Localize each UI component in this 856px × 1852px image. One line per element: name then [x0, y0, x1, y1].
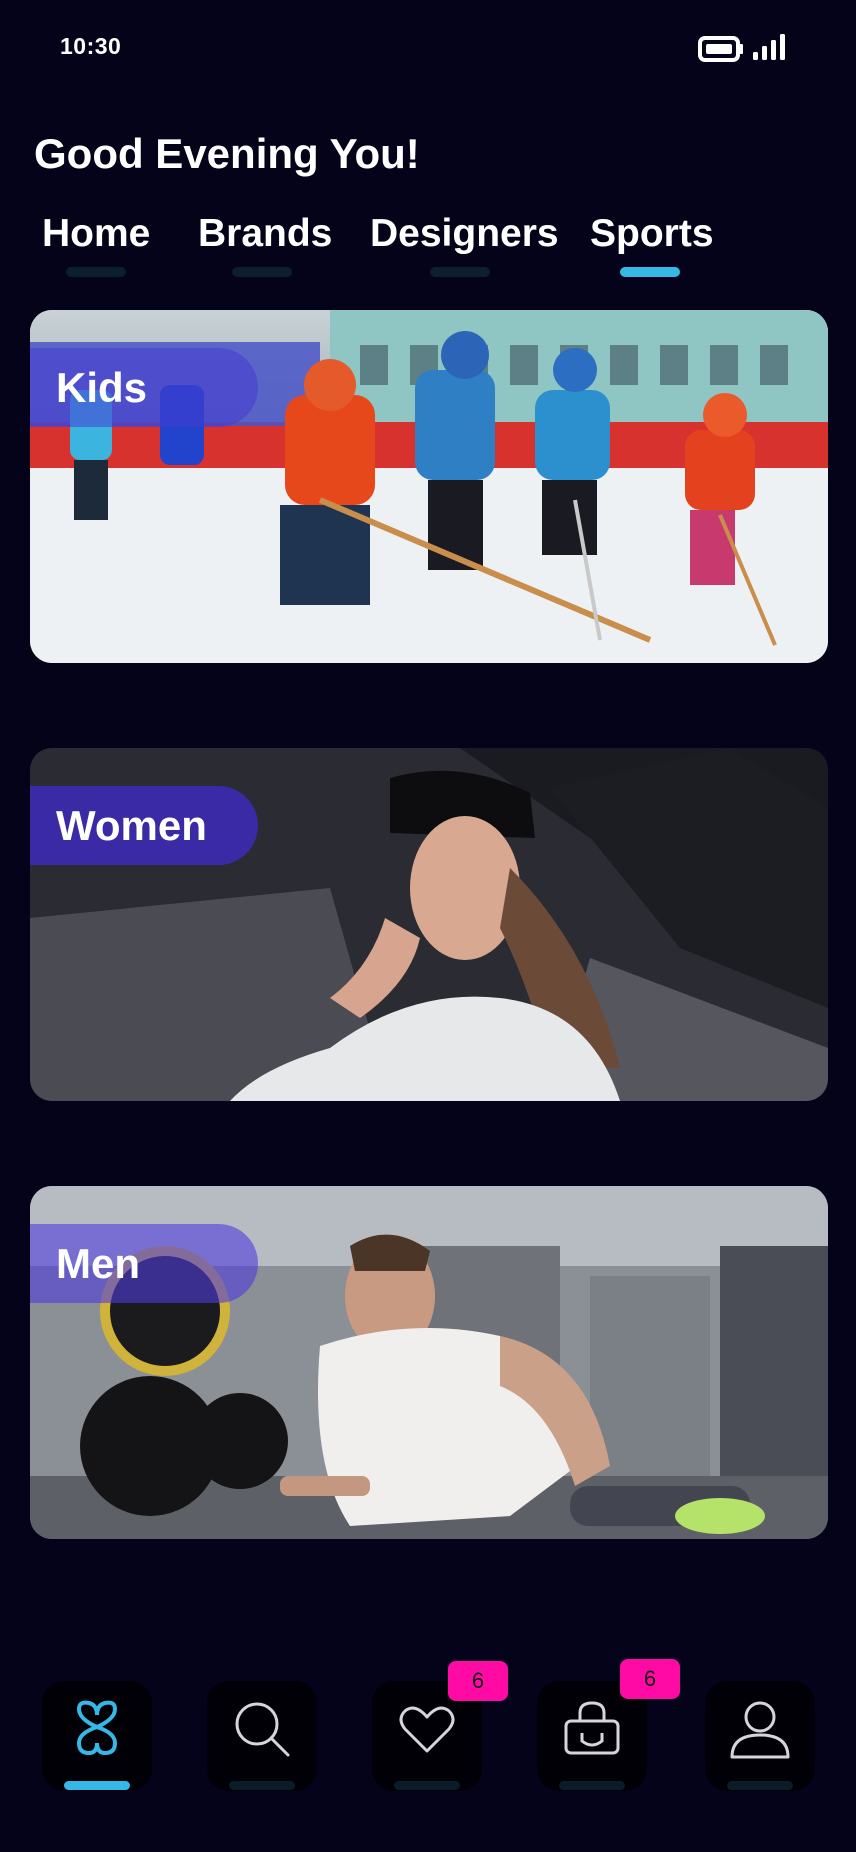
- nav-favorites-indicator: [394, 1781, 460, 1790]
- category-card-women[interactable]: Women: [30, 748, 828, 1101]
- status-bar: 10:30: [0, 0, 856, 96]
- nav-profile-indicator: [727, 1781, 793, 1790]
- category-tabs: Home Brands Designers Sports: [0, 212, 856, 282]
- bag-badge: 6: [620, 1659, 680, 1699]
- tab-brands[interactable]: Brands: [198, 212, 332, 256]
- tab-sports[interactable]: Sports: [590, 212, 714, 256]
- tab-designers-indicator: [430, 267, 490, 277]
- bottom-nav: 6 6: [0, 1659, 856, 1805]
- status-time: 10:30: [60, 33, 122, 59]
- search-icon: [235, 1702, 290, 1757]
- nav-profile[interactable]: [705, 1681, 815, 1791]
- category-label-text: Men: [56, 1239, 140, 1287]
- tab-brands-indicator: [232, 267, 292, 277]
- category-card-kids[interactable]: Kids: [30, 310, 828, 663]
- tab-home-indicator: [66, 267, 126, 277]
- category-label-men: Men: [30, 1224, 258, 1303]
- nav-search[interactable]: [207, 1681, 317, 1791]
- favorites-badge: 6: [448, 1661, 508, 1701]
- tab-home[interactable]: Home: [42, 212, 150, 256]
- nav-home-indicator: [64, 1781, 130, 1790]
- shopping-bag-icon: [564, 1701, 620, 1755]
- logo-icon: [76, 1700, 118, 1756]
- battery-icon: [698, 36, 743, 62]
- signal-icon: [753, 34, 785, 60]
- category-label-text: Women: [56, 801, 207, 849]
- tab-sports-indicator: [620, 267, 680, 277]
- category-card-men[interactable]: Men: [30, 1186, 828, 1539]
- profile-icon: [730, 1701, 790, 1759]
- category-label-women: Women: [30, 786, 258, 865]
- tab-designers[interactable]: Designers: [370, 212, 559, 256]
- heart-icon: [399, 1706, 455, 1753]
- category-label-text: Kids: [56, 363, 148, 411]
- category-label-kids: Kids: [30, 348, 258, 427]
- nav-bag-indicator: [559, 1781, 625, 1790]
- nav-search-indicator: [229, 1781, 295, 1790]
- nav-home[interactable]: [42, 1681, 152, 1791]
- greeting-title: Good Evening You!: [34, 130, 420, 177]
